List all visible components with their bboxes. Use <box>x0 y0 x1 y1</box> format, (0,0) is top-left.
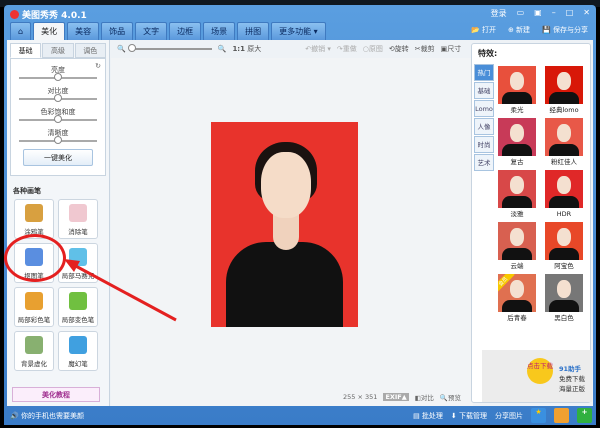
arrow-annotation <box>64 259 177 322</box>
